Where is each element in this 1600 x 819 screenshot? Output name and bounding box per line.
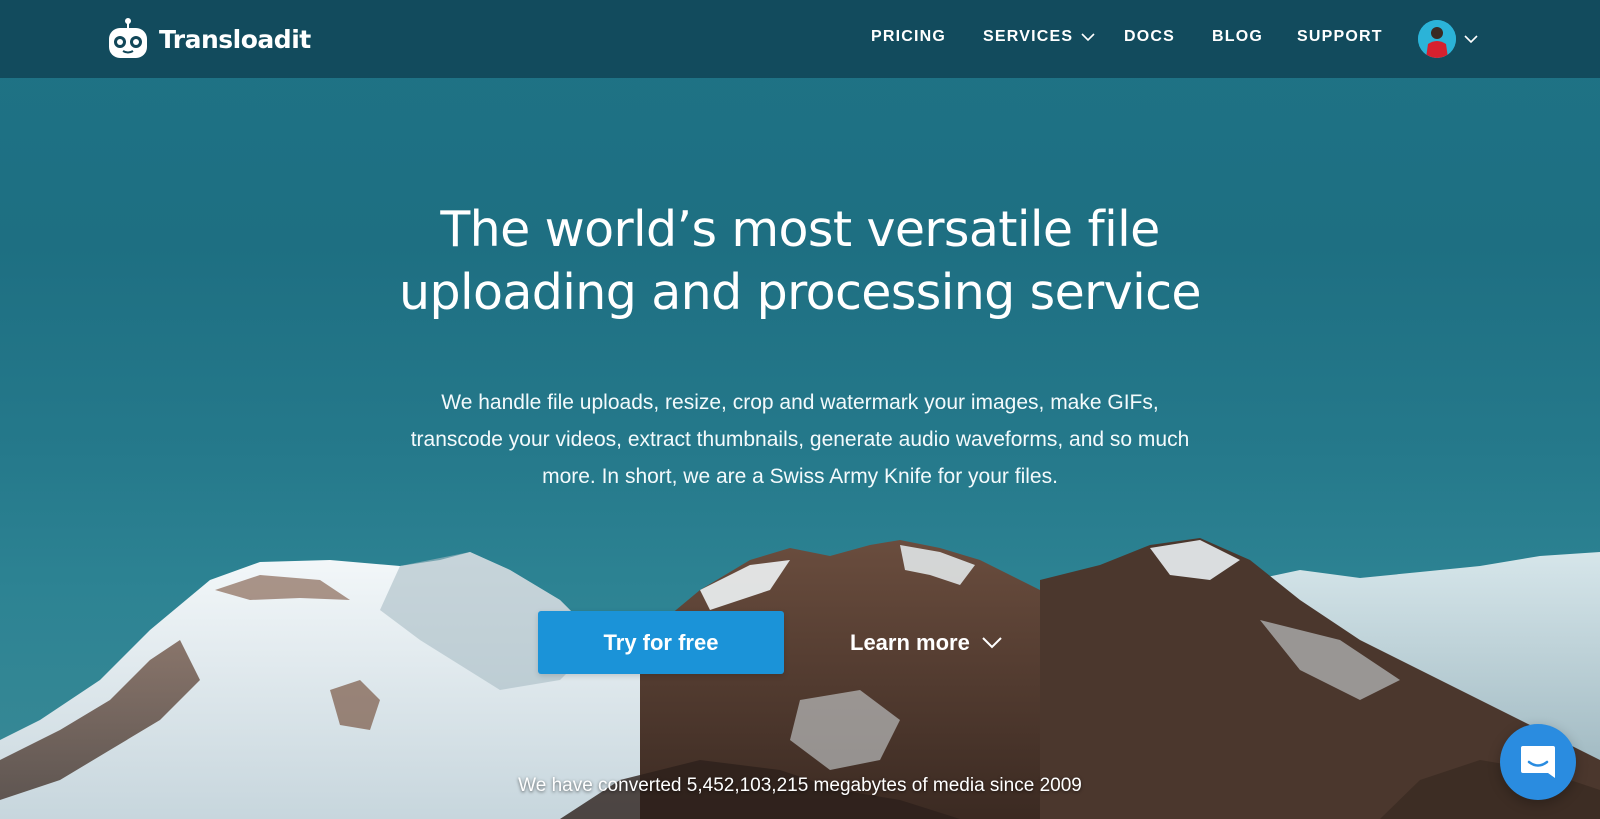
- nav-item-docs[interactable]: DOCS: [1124, 28, 1175, 46]
- nav-item-label: SUPPORT: [1297, 28, 1383, 45]
- nav-item-support[interactable]: SUPPORT: [1297, 28, 1383, 46]
- chevron-down-icon: [982, 636, 1002, 648]
- conversion-stats: We have converted 5,452,103,215 megabyte…: [518, 775, 1082, 796]
- learn-more-link[interactable]: Learn more: [850, 611, 1002, 674]
- nav-item-services[interactable]: SERVICES: [983, 28, 1095, 46]
- chat-launcher-button[interactable]: [1500, 724, 1576, 800]
- main-nav: PRICING SERVICES DOCS BLOG SUPPORT: [0, 0, 1600, 78]
- chevron-down-icon: [1464, 34, 1478, 43]
- account-menu[interactable]: [1418, 20, 1478, 58]
- top-navigation-bar: Transloadit PRICING SERVICES DOCS BLOG S…: [0, 0, 1600, 78]
- hero-headline: The world’s most versatile file uploadin…: [300, 198, 1300, 324]
- description-line-1: We handle file uploads, resize, crop and…: [441, 391, 1159, 414]
- nav-item-label: PRICING: [871, 28, 947, 45]
- nav-item-blog[interactable]: BLOG: [1212, 28, 1263, 46]
- chat-icon: [1521, 746, 1555, 778]
- avatar: [1418, 20, 1456, 58]
- nav-item-label: DOCS: [1124, 28, 1176, 45]
- description-line-3: more. In short, we are a Swiss Army Knif…: [542, 465, 1058, 488]
- headline-line-2: uploading and processing service: [399, 264, 1202, 321]
- hero-description: We handle file uploads, resize, crop and…: [370, 384, 1230, 495]
- nav-item-pricing[interactable]: PRICING: [871, 28, 946, 46]
- nav-item-label: BLOG: [1212, 28, 1264, 45]
- learn-more-label: Learn more: [850, 629, 970, 655]
- nav-item-label: SERVICES: [983, 28, 1074, 45]
- try-for-free-button[interactable]: Try for free: [538, 611, 784, 674]
- headline-line-1: The world’s most versatile file: [440, 201, 1160, 258]
- description-line-2: transcode your videos, extract thumbnail…: [410, 428, 1190, 451]
- chevron-down-icon: [1081, 32, 1095, 41]
